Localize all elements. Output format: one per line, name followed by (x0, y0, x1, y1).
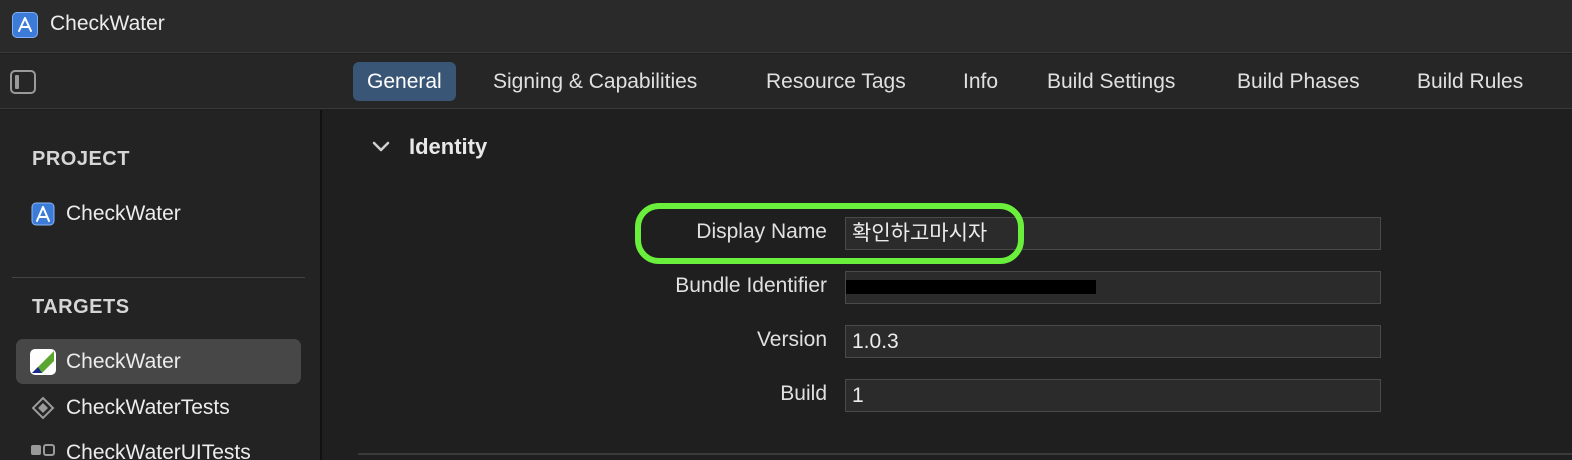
sidebar-item-target-checkwater[interactable]: CheckWater (16, 339, 301, 384)
project-section-header: PROJECT (32, 148, 130, 170)
sidebar-item-label: CheckWaterUITests (66, 440, 251, 460)
window-title: CheckWater (50, 12, 165, 35)
tab-general[interactable]: General (353, 62, 456, 101)
sidebar-item-target-tests[interactable]: CheckWaterTests (16, 385, 301, 430)
tab-build-rules[interactable]: Build Rules (1403, 62, 1537, 101)
version-label: Version (756, 328, 827, 351)
xcode-app-icon (12, 12, 38, 38)
unit-test-target-icon (30, 395, 56, 421)
redaction-bar (846, 280, 1096, 294)
tab-build-phases[interactable]: Build Phases (1223, 62, 1374, 101)
targets-section-header: TARGETS (32, 296, 130, 318)
highlight-annotation (635, 203, 1024, 264)
sidebar-divider (12, 277, 305, 278)
editor-tab-bar: General Signing & Capabilities Resource … (0, 54, 1572, 109)
chevron-down-icon[interactable] (370, 136, 392, 158)
sidebar-item-target-uitests[interactable]: CheckWaterUITests (16, 430, 301, 460)
tab-info[interactable]: Info (949, 62, 1012, 101)
sidebar-item-label: CheckWaterTests (66, 395, 230, 419)
project-icon (30, 201, 56, 227)
bundle-identifier-label: Bundle Identifier (675, 274, 827, 297)
sidebar-item-label: CheckWater (66, 201, 181, 225)
sidebar-item-project[interactable]: CheckWater (16, 191, 301, 236)
section-divider (358, 453, 1572, 455)
title-bar: CheckWater (0, 0, 1572, 53)
version-field[interactable]: 1.0.3 (845, 325, 1381, 358)
tab-build-settings[interactable]: Build Settings (1033, 62, 1189, 101)
sidebar-item-label: CheckWater (66, 349, 181, 373)
identity-section-title: Identity (409, 134, 488, 159)
tab-resource-tags[interactable]: Resource Tags (752, 62, 920, 101)
app-target-icon (30, 348, 56, 375)
sidebar-toggle-icon[interactable] (10, 70, 36, 94)
build-field[interactable]: 1 (845, 379, 1381, 412)
tab-signing-capabilities[interactable]: Signing & Capabilities (479, 62, 711, 101)
build-label: Build (780, 382, 827, 405)
ui-test-target-icon (30, 440, 56, 460)
